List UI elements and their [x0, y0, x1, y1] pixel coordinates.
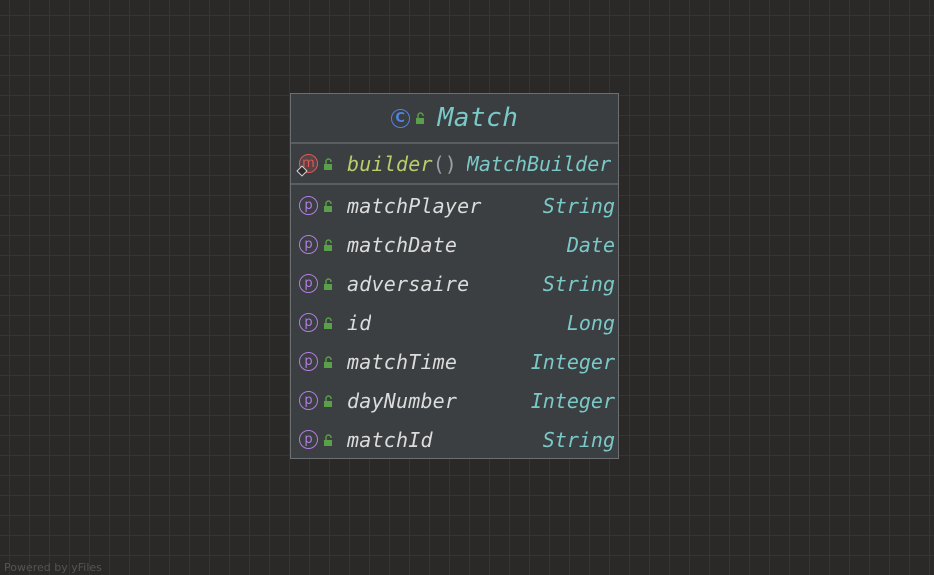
method-parens: ()	[432, 151, 457, 176]
property-icon: p	[299, 196, 318, 215]
diagram-canvas[interactable]: C Match m builder () MatchBuilder p matc…	[0, 0, 934, 575]
class-header[interactable]: C Match	[291, 94, 618, 144]
class-name: Match	[437, 103, 519, 133]
public-unlocked-icon	[324, 433, 332, 446]
property-icon: p	[299, 430, 318, 449]
property-name: matchPlayer	[347, 193, 482, 218]
property-name: matchDate	[347, 232, 458, 257]
public-unlocked-icon	[324, 355, 332, 368]
public-unlocked-icon	[324, 157, 332, 170]
methods-section: m builder () MatchBuilder	[291, 144, 618, 185]
property-row-matchTime[interactable]: p matchTime Integer	[291, 342, 618, 381]
method-row-builder[interactable]: m builder () MatchBuilder	[291, 144, 618, 183]
public-unlocked-icon	[324, 394, 332, 407]
property-icon: p	[299, 235, 318, 254]
public-unlocked-icon	[324, 316, 332, 329]
property-type: String	[542, 271, 615, 296]
property-row-matchPlayer[interactable]: p matchPlayer String	[291, 186, 618, 225]
class-node-match[interactable]: C Match m builder () MatchBuilder p matc…	[290, 93, 619, 459]
property-type: Date	[566, 232, 615, 257]
public-unlocked-icon	[415, 112, 424, 124]
property-icon: p	[299, 274, 318, 293]
property-name: id	[347, 310, 372, 335]
property-type: Integer	[530, 388, 615, 413]
property-icon: p	[299, 313, 318, 332]
public-unlocked-icon	[324, 277, 332, 290]
property-name: adversaire	[347, 271, 470, 296]
property-name: matchId	[347, 427, 433, 452]
powered-by-credit: Powered by yFiles	[4, 561, 102, 574]
property-row-id[interactable]: p id Long	[291, 303, 618, 342]
property-row-adversaire[interactable]: p adversaire String	[291, 264, 618, 303]
property-type: String	[542, 427, 615, 452]
property-name: matchTime	[347, 349, 458, 374]
property-name: dayNumber	[347, 388, 458, 413]
public-unlocked-icon	[324, 238, 332, 251]
public-unlocked-icon	[324, 199, 332, 212]
property-row-matchDate[interactable]: p matchDate Date	[291, 225, 618, 264]
method-name: builder	[347, 151, 433, 176]
property-icon: p	[299, 352, 318, 371]
property-type: Integer	[530, 349, 615, 374]
properties-section: p matchPlayer String p matchDate Date p …	[291, 185, 618, 458]
class-icon: C	[390, 108, 410, 128]
property-type: Long	[566, 310, 615, 335]
property-row-dayNumber[interactable]: p dayNumber Integer	[291, 381, 618, 420]
property-row-matchId[interactable]: p matchId String	[291, 420, 618, 458]
method-icon: m	[296, 154, 318, 177]
method-return-type: MatchBuilder	[466, 151, 612, 176]
property-type: String	[542, 193, 615, 218]
property-icon: p	[299, 391, 318, 410]
